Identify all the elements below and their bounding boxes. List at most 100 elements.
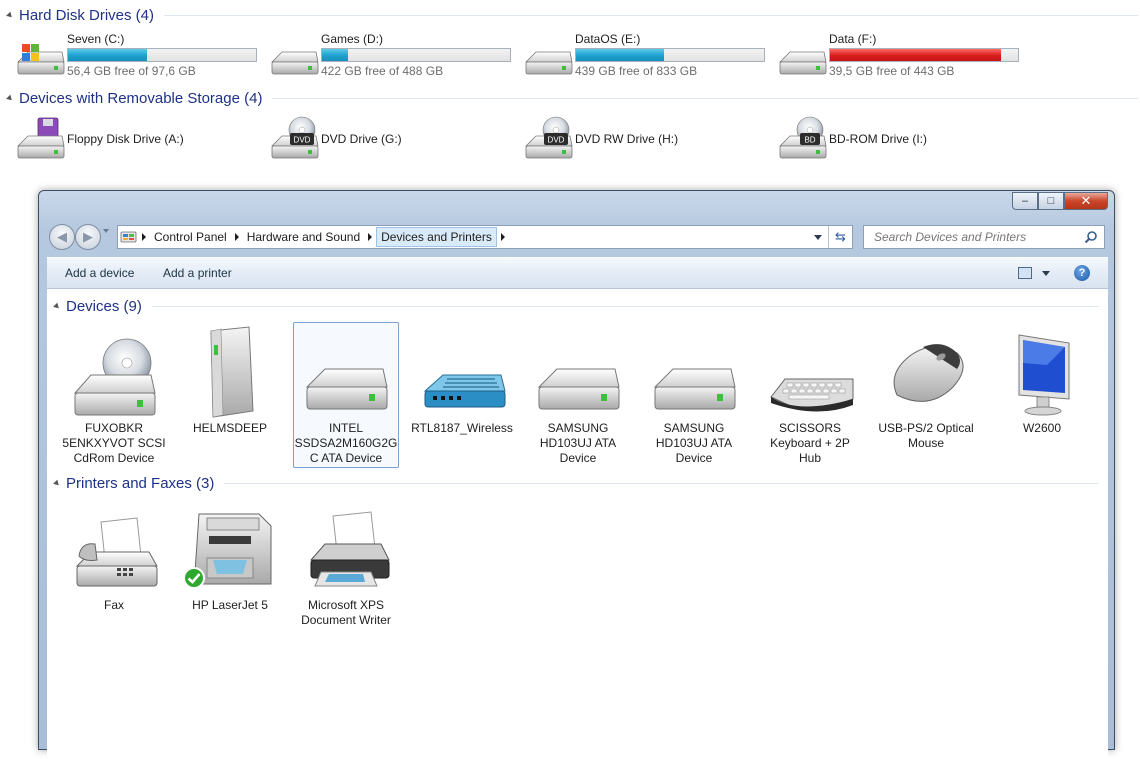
group-divider: [272, 97, 1138, 99]
breadcrumb-separator-icon[interactable]: [234, 233, 239, 241]
devices-and-printers-window: – □ ✕ ◀ ▶ Control Panel Hardware and Sou…: [38, 190, 1115, 759]
device-tile[interactable]: SAMSUNG HD103UJ ATA Device: [525, 322, 631, 468]
printers-group-header[interactable]: Printers and Faxes (3): [47, 472, 1099, 494]
refresh-button[interactable]: ⇆: [828, 226, 852, 248]
device-name: USB-PS/2 Optical Mouse: [878, 421, 974, 450]
collapse-arrow-icon[interactable]: [53, 302, 61, 310]
device-tile[interactable]: SAMSUNG HD103UJ ATA Device: [641, 322, 747, 468]
collapse-arrow-icon[interactable]: [6, 11, 14, 19]
view-options-dropdown[interactable]: [1042, 271, 1050, 276]
hard-drive-icon: [271, 51, 319, 75]
printer-tile[interactable]: Microsoft XPS Document Writer: [293, 499, 399, 645]
computer-tower-icon: [210, 326, 254, 418]
drive-free-space: 39,5 GB free of 443 GB: [829, 64, 955, 78]
fax-icon: [75, 517, 158, 587]
control-panel-icon: [120, 231, 137, 243]
drive-usage-bar: [829, 48, 1019, 62]
device-tile[interactable]: RTL8187_Wireless: [409, 322, 515, 468]
wireless-adapter-icon: [423, 374, 506, 408]
removable-tile-a[interactable]: Floppy Disk Drive (A:): [16, 116, 266, 164]
device-name: RTL8187_Wireless: [411, 421, 513, 435]
collapse-arrow-icon[interactable]: [6, 94, 14, 102]
drive-usage-bar: [321, 48, 511, 62]
drive-tile-e[interactable]: DataOS (E:) 439 GB free of 833 GB: [524, 32, 774, 80]
device-tile-selected[interactable]: INTEL SSDSA2M160G2G C ATA Device: [293, 322, 399, 468]
add-device-button[interactable]: Add a device: [65, 266, 134, 280]
device-tile[interactable]: FUXOBKR 5ENKXYVOT SCSI CdRom Device: [61, 322, 167, 468]
devices-group-header[interactable]: Devices (9): [47, 295, 1099, 317]
device-name: SCISSORS Keyboard + 2P Hub: [770, 421, 850, 465]
minimize-button[interactable]: –: [1012, 192, 1038, 210]
recent-pages-dropdown[interactable]: [103, 229, 109, 233]
breadcrumb-control-panel[interactable]: Control Panel: [150, 226, 231, 248]
breadcrumb-devices-and-printers[interactable]: Devices and Printers: [376, 227, 497, 247]
device-tile[interactable]: SCISSORS Keyboard + 2P Hub: [757, 322, 863, 468]
help-button[interactable]: ?: [1074, 265, 1090, 281]
drive-name: Games (D:): [321, 32, 384, 46]
drive-usage-fill: [322, 49, 349, 61]
address-bar[interactable]: Control Panel Hardware and Sound Devices…: [117, 225, 853, 249]
group-divider: [151, 305, 1099, 307]
group-title: Devices with Removable Storage (4): [19, 89, 263, 107]
back-arrow-icon: ◀: [57, 229, 67, 244]
hard-drive-icon: [779, 51, 827, 75]
device-name: SAMSUNG HD103UJ ATA Device: [655, 421, 733, 465]
printer-icon: [309, 511, 390, 587]
breadcrumb-separator-icon[interactable]: [142, 233, 146, 241]
collapse-arrow-icon[interactable]: [53, 479, 61, 487]
drive-name: Seven (C:): [67, 32, 125, 46]
search-box[interactable]: [863, 225, 1105, 249]
add-printer-button[interactable]: Add a printer: [163, 266, 232, 280]
hard-drive-icon: [525, 51, 573, 75]
device-name: SAMSUNG HD103UJ ATA Device: [539, 421, 617, 465]
drive-tile-d[interactable]: Games (D:) 422 GB free of 488 GB: [270, 32, 520, 80]
forward-button[interactable]: ▶: [75, 224, 101, 250]
removable-tile-i[interactable]: BD BD-ROM Drive (I:): [778, 116, 1028, 164]
devices-content-area: Devices (9) FUXOBKR 5ENKXYVOT SCSI CdRom…: [47, 289, 1108, 759]
device-tile[interactable]: USB-PS/2 Optical Mouse: [873, 322, 979, 468]
group-divider: [224, 482, 1099, 484]
windows-drive-icon: [17, 44, 65, 75]
removable-storage-group-header[interactable]: Devices with Removable Storage (4): [0, 87, 1138, 109]
drive-tile-f[interactable]: Data (F:) 39,5 GB free of 443 GB: [778, 32, 1028, 80]
drive-name: Data (F:): [829, 32, 877, 46]
breadcrumb-separator-icon[interactable]: [500, 233, 505, 241]
device-tile[interactable]: W2600: [989, 322, 1095, 468]
dvd-drive-icon: DVD: [271, 116, 319, 159]
drive-free-space: 56,4 GB free of 97,6 GB: [67, 64, 196, 78]
printer-name: Microsoft XPS Document Writer: [301, 598, 391, 627]
close-button[interactable]: ✕: [1064, 192, 1108, 210]
hard-drive-icon: [653, 368, 736, 410]
drive-tile-c[interactable]: Seven (C:) 56,4 GB free of 97,6 GB: [16, 32, 266, 80]
address-history-dropdown[interactable]: [814, 235, 822, 240]
drive-usage-bar: [575, 48, 765, 62]
device-name: FUXOBKR 5ENKXYVOT SCSI CdRom Device: [62, 421, 166, 465]
drive-label-text: DVD: [548, 136, 565, 145]
refresh-icon: ⇆: [835, 229, 846, 244]
printer-tile[interactable]: Fax: [61, 499, 167, 645]
drive-usage-bar: [67, 48, 257, 62]
change-view-icon[interactable]: [1018, 267, 1032, 279]
removable-tile-h[interactable]: DVD DVD RW Drive (H:): [524, 116, 774, 164]
printer-tile-default[interactable]: HP LaserJet 5: [177, 499, 283, 645]
hard-disk-drives-group-header[interactable]: Hard Disk Drives (4): [0, 4, 1138, 26]
drive-label-text: BD: [804, 136, 815, 145]
group-title: Devices (9): [66, 297, 142, 315]
breadcrumb-separator-icon[interactable]: [368, 233, 373, 241]
search-icon[interactable]: [1084, 230, 1098, 244]
removable-tile-g[interactable]: DVD DVD Drive (G:): [270, 116, 520, 164]
breadcrumb-hardware-and-sound[interactable]: Hardware and Sound: [243, 226, 364, 248]
drive-free-space: 439 GB free of 833 GB: [575, 64, 698, 78]
group-title: Hard Disk Drives (4): [19, 6, 155, 24]
maximize-button[interactable]: □: [1038, 192, 1064, 210]
drive-usage-fill: [68, 49, 147, 61]
navigation-bar: ◀ ▶ Control Panel Hardware and Sound Dev…: [45, 221, 1108, 251]
monitor-icon: [1018, 334, 1070, 416]
device-tile[interactable]: HELMSDEEP: [177, 322, 283, 468]
search-input[interactable]: [872, 229, 1082, 245]
back-button[interactable]: ◀: [49, 224, 75, 250]
hard-drive-icon: [305, 368, 388, 410]
drive-label-text: DVD: [294, 136, 311, 145]
removable-name: Floppy Disk Drive (A:): [67, 132, 184, 146]
device-name: INTEL SSDSA2M160G2G C ATA Device: [294, 421, 398, 465]
